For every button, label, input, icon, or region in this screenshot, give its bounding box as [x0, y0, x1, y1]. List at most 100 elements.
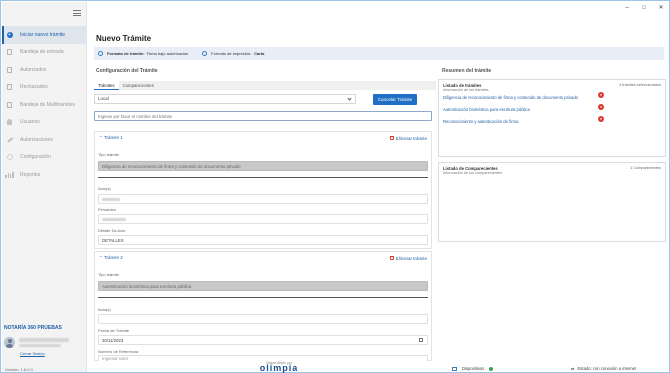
print-label: Formato de impresión: [211, 51, 252, 56]
trash-icon [390, 256, 394, 260]
chevron-down-icon [347, 96, 352, 101]
sidebar-item-configuracion[interactable]: Configuración [2, 149, 87, 167]
user-info-redacted [19, 338, 69, 347]
fecha-field[interactable]: 30/11/2023 [98, 335, 428, 345]
acto-label: Acto(s) [98, 186, 111, 191]
sidebar-item-label: Rechazados [20, 84, 48, 91]
acto-label: Acto(s) [98, 307, 111, 312]
list-item[interactable]: Reconocimiento y autenticación de firma [443, 119, 518, 124]
tramites-count: 3 trámites seleccionados [619, 83, 661, 87]
inbox-icon [6, 49, 13, 56]
firmantes-label: Firmantes [98, 207, 116, 212]
remove-item-icon[interactable]: × [598, 104, 604, 110]
brand-logo: Desarrollado por olimpia [259, 361, 299, 373]
sidebar-item-label: Bandeja de entrada [20, 49, 64, 56]
plus-circle-icon: + [6, 31, 13, 38]
sidebar-item-label: Iniciar nuevo trámite [20, 31, 66, 38]
maximize-button[interactable]: □ [640, 4, 648, 12]
network-icon: ⇄ [571, 366, 575, 371]
format-info-bar: Formato de trámite: Firma bajo autorizac… [94, 47, 664, 60]
sidebar-item-label: Bandeja de Multitramites [20, 101, 76, 108]
type-label: Tipo trámite [98, 272, 119, 277]
tramite-title: ⌃ Trámite 2 [99, 255, 123, 260]
tramites-list-panel: Listado de trámites 3 trámites seleccion… [438, 79, 666, 157]
window-controls: – □ ✕ [623, 4, 665, 12]
delete-tramite-button[interactable]: Eliminar trámite [390, 256, 427, 261]
sidebar: + Iniciar nuevo trámite Bandeja de entra… [2, 2, 87, 372]
format-value: Firma bajo autorización [146, 51, 189, 56]
tramite-card-header[interactable]: ⌃ Trámite 2 Eliminar trámite [95, 252, 431, 264]
document-icon [6, 66, 13, 73]
location-select-value: Local [98, 96, 109, 101]
remove-item-icon[interactable]: × [598, 116, 604, 122]
sidebar-item-usuarios[interactable]: Usuarios [2, 114, 87, 132]
detalle-field[interactable]: DETALLES [98, 235, 428, 245]
sidebar-nav: + Iniciar nuevo trámite Bandeja de entra… [2, 26, 87, 184]
list-item[interactable]: Autenticación biométrica para escritura … [443, 107, 530, 112]
sidebar-item-rechazados[interactable]: Rechazados [2, 79, 87, 97]
check-icon [489, 366, 494, 371]
tab-comparecientes[interactable]: Comparecientes [119, 81, 158, 90]
sidebar-item-label: Usuarios [20, 119, 40, 126]
tramite-title: ⌃ Trámite 1 [99, 135, 123, 140]
tramite-card: ⌃ Trámite 2 Eliminar trámite Tipo trámit… [94, 251, 432, 361]
referencia-label: Numero de Referencia [98, 349, 139, 354]
gear-icon [6, 154, 13, 161]
delete-tramite-button[interactable]: Eliminar trámite [390, 136, 427, 141]
tab-tramites[interactable]: Trámites [94, 81, 119, 90]
remove-item-icon[interactable]: × [598, 92, 604, 98]
close-button[interactable]: ✕ [657, 4, 665, 12]
firmantes-field[interactable] [98, 214, 428, 224]
sidebar-item-label: Reportes [20, 171, 41, 178]
list-item[interactable]: Diligencia de reconocimiento de firma y … [443, 95, 578, 100]
divider [98, 177, 428, 178]
stack-icon [6, 101, 13, 108]
devices-status[interactable]: Dispositivos [452, 366, 494, 371]
type-field: Autenticación biométrica para escritura … [98, 281, 428, 291]
trash-icon [390, 136, 394, 140]
sidebar-item-multitramites[interactable]: Bandeja de Multitramites [2, 96, 87, 114]
format-label: Formato de trámite: [107, 51, 145, 56]
comparecientes-count: 1 Comparecientes [630, 166, 661, 170]
minimize-button[interactable]: – [623, 4, 631, 12]
format-icon [98, 51, 103, 56]
sidebar-item-reportes[interactable]: Reportes [2, 166, 87, 184]
status-bar: Desarrollado por olimpia Dispositivos ⇄ … [87, 361, 670, 373]
tramites-list-subtitle: Información de los trámites [443, 88, 489, 92]
monitor-icon [452, 366, 457, 371]
page-title: Nuevo Trámite [96, 34, 152, 43]
sidebar-item-bandeja-entrada[interactable]: Bandeja de entrada [2, 44, 87, 62]
sidebar-item-label: Autorizaciones [20, 136, 53, 143]
config-section-title: Configuración del Trámite [96, 68, 158, 74]
sidebar-item-nuevo-tramite[interactable]: + Iniciar nuevo trámite [2, 26, 87, 44]
sidebar-item-autorizaciones[interactable]: Autorizaciones [2, 131, 87, 149]
document-x-icon [6, 84, 13, 91]
location-select[interactable]: Local [94, 94, 356, 104]
sidebar-item-label: Configuración [20, 154, 51, 161]
print-icon [202, 51, 208, 56]
print-value: Carta [254, 51, 265, 56]
config-tabs: Trámites Comparecientes [94, 81, 436, 90]
version-label: Versión: 1.6.0.0 [5, 367, 33, 372]
bar-chart-icon [5, 171, 14, 178]
sidebar-item-autorizados[interactable]: Autorizados [2, 61, 87, 79]
detalle-label: Detalle Ds Acto [98, 228, 126, 233]
user-icon [6, 119, 13, 126]
app-window: – □ ✕ + Iniciar nuevo trámite Bandeja de… [0, 0, 670, 373]
comparecientes-list-panel: Listado de Comparecientes 1 Comparecient… [438, 162, 666, 242]
acto-field[interactable] [98, 314, 428, 324]
tramite-card-header[interactable]: ⌃ Trámite 1 Eliminar trámite [95, 132, 431, 144]
hamburger-menu-icon[interactable] [73, 10, 81, 16]
logout-link[interactable]: Cerrar Sesión [20, 351, 45, 356]
comparecientes-list-subtitle: Información de los comparecientes [443, 171, 502, 175]
fecha-label: Fecha de Trámite [98, 328, 130, 333]
divider [98, 297, 428, 298]
avatar [4, 337, 15, 348]
organization-name: NOTARÍA 360 PRUEBAS [4, 325, 62, 331]
cancel-tramite-button[interactable]: Cancelar Trámite [373, 94, 417, 105]
tramite-card: ⌃ Trámite 1 Eliminar trámite Tipo trámit… [94, 131, 432, 249]
calendar-icon[interactable] [419, 338, 423, 342]
type-field: Diligencia de reconocimiento de firma y … [98, 161, 428, 171]
acto-field[interactable] [98, 194, 428, 204]
tramite-search-input[interactable] [94, 111, 432, 121]
